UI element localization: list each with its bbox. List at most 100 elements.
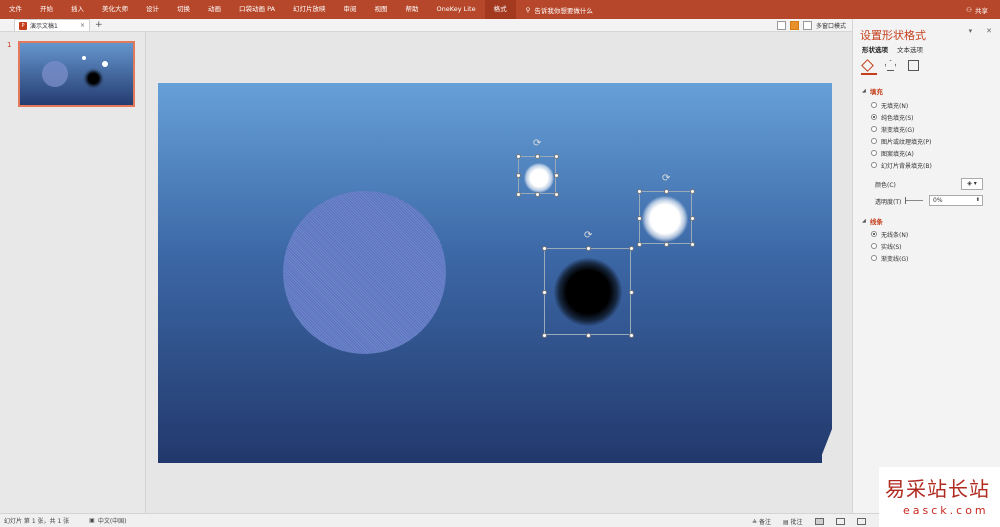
ribbon-tab[interactable]: 口袋动画 PA (230, 0, 284, 19)
line-section-label: 线条 (869, 218, 883, 226)
tab-shape-options[interactable]: 形状选项 (862, 44, 888, 54)
resize-handle[interactable] (554, 154, 559, 159)
pane-close-icon[interactable]: ✕ (986, 27, 992, 35)
color-picker-button[interactable]: ◈ ▾ (961, 178, 983, 190)
language-indicator[interactable]: ▣ 中文(中国) (89, 516, 126, 525)
multi-window-button[interactable]: 多窗口模式 (816, 21, 846, 30)
resize-handle[interactable] (554, 173, 559, 178)
resize-handle[interactable] (690, 242, 695, 247)
resize-handle[interactable] (637, 189, 642, 194)
transparency-input[interactable]: 0% ⬍ (929, 195, 983, 206)
rotate-handle-icon[interactable]: ⟳ (584, 231, 592, 241)
ribbon-tab[interactable]: 美化大师 (93, 0, 137, 19)
resize-handle[interactable] (629, 290, 634, 295)
ribbon-tab[interactable]: 开始 (31, 0, 62, 19)
resize-handle[interactable] (637, 216, 642, 221)
resize-handle[interactable] (516, 154, 521, 159)
ribbon-tab[interactable]: 切换 (168, 0, 199, 19)
resize-handle[interactable] (542, 290, 547, 295)
document-tab[interactable]: P 演示文稿1 × (14, 19, 90, 31)
tell-me-search[interactable]: ⚲ 告诉我你想要做什么 (516, 5, 593, 15)
resize-handle[interactable] (535, 154, 540, 159)
normal-view-icon[interactable] (814, 517, 824, 525)
radio-label: 幻灯片背景填充(B) (881, 162, 932, 170)
radio-icon[interactable] (871, 126, 877, 132)
ribbon-tab[interactable]: 幻灯片放映 (284, 0, 335, 19)
slide-sorter-icon[interactable] (835, 517, 845, 525)
resize-handle[interactable] (542, 333, 547, 338)
reading-view-icon[interactable] (856, 517, 866, 525)
resize-handle[interactable] (586, 333, 591, 338)
window-icon (802, 21, 812, 30)
resize-handle[interactable] (542, 246, 547, 251)
slide-info: 幻灯片 第 1 张，共 1 张 (4, 518, 70, 525)
search-icon[interactable] (776, 21, 786, 30)
document-tab-bar: P 演示文稿1 × + 多窗口模式 (0, 19, 852, 32)
slide-thumbnail[interactable] (18, 41, 135, 107)
resize-handle[interactable] (629, 246, 634, 251)
fill-section-header[interactable]: 填充 (862, 86, 883, 96)
radio-option[interactable]: 无线条(N) (871, 228, 908, 240)
radio-option[interactable]: 渐变线(G) (871, 252, 908, 264)
slide-canvas[interactable]: ⟳ ⟳ ⟳ (158, 83, 832, 463)
radio-icon[interactable] (871, 138, 877, 144)
new-tab-button[interactable]: + (95, 20, 103, 30)
radio-label: 图案填充(A) (881, 150, 914, 158)
user-icon: ⚇ (966, 5, 972, 14)
radio-option[interactable]: 渐变填充(G) (871, 123, 932, 135)
tab-text-options[interactable]: 文本选项 (897, 44, 923, 54)
notes-button[interactable]: ≙ 备注 (752, 517, 771, 526)
resize-handle[interactable] (629, 333, 634, 338)
rotate-handle-icon[interactable]: ⟳ (662, 174, 670, 184)
radio-icon[interactable] (871, 231, 877, 237)
spellcheck-icon: ▣ (89, 517, 95, 524)
ribbon-tab[interactable]: OneKey Lite (428, 0, 485, 19)
radio-icon[interactable] (871, 150, 877, 156)
resize-handle[interactable] (637, 242, 642, 247)
radio-icon[interactable] (871, 255, 877, 261)
radio-icon[interactable] (871, 102, 877, 108)
resize-handle[interactable] (664, 242, 669, 247)
ribbon-tab[interactable]: 视图 (366, 0, 397, 19)
ribbon-tab[interactable]: 格式 (484, 0, 516, 19)
radio-icon[interactable] (871, 114, 877, 120)
resize-handle[interactable] (690, 189, 695, 194)
settings-icon[interactable] (789, 21, 799, 30)
pane-menu-icon[interactable]: ▾ (969, 27, 973, 35)
lightbulb-icon: ⚲ (525, 5, 531, 14)
radio-option[interactable]: 纯色填充(S) (871, 111, 932, 123)
resize-handle[interactable] (586, 246, 591, 251)
fill-line-icon[interactable] (862, 60, 873, 71)
share-label: 共享 (975, 6, 988, 15)
resize-handle[interactable] (554, 192, 559, 197)
radio-option[interactable]: 图片或纹理填充(P) (871, 135, 932, 147)
pattern-filled-circle[interactable] (283, 191, 446, 354)
ribbon-tab[interactable]: 帮助 (397, 0, 428, 19)
resize-handle[interactable] (690, 216, 695, 221)
transparency-slider[interactable] (905, 197, 923, 204)
radio-option[interactable]: 幻灯片背景填充(B) (871, 159, 932, 171)
resize-handle[interactable] (516, 173, 521, 178)
effects-icon[interactable] (885, 60, 896, 71)
radio-icon[interactable] (871, 243, 877, 249)
share-button[interactable]: ⚇ 共享 (966, 0, 988, 19)
rotate-handle-icon[interactable]: ⟳ (533, 139, 541, 149)
resize-handle[interactable] (664, 189, 669, 194)
radio-option[interactable]: 无填充(N) (871, 99, 932, 111)
comments-button[interactable]: ▤ 批注 (783, 517, 803, 526)
ribbon-tab[interactable]: 插入 (62, 0, 93, 19)
resize-handle[interactable] (516, 192, 521, 197)
close-tab-icon[interactable]: × (80, 22, 85, 29)
ribbon-tab[interactable]: 动画 (199, 0, 230, 19)
radio-option[interactable]: 实线(S) (871, 240, 908, 252)
size-properties-icon[interactable] (908, 60, 919, 71)
pane-title: 设置形状格式 (860, 29, 926, 42)
spinner-icon[interactable]: ⬍ (976, 196, 980, 205)
radio-icon[interactable] (871, 162, 877, 168)
ribbon-tab[interactable]: 设计 (137, 0, 168, 19)
ribbon-tab[interactable]: 文件 (0, 0, 31, 19)
line-section-header[interactable]: 线条 (862, 216, 883, 226)
radio-option[interactable]: 图案填充(A) (871, 147, 932, 159)
ribbon-tab[interactable]: 审阅 (335, 0, 366, 19)
resize-handle[interactable] (535, 192, 540, 197)
